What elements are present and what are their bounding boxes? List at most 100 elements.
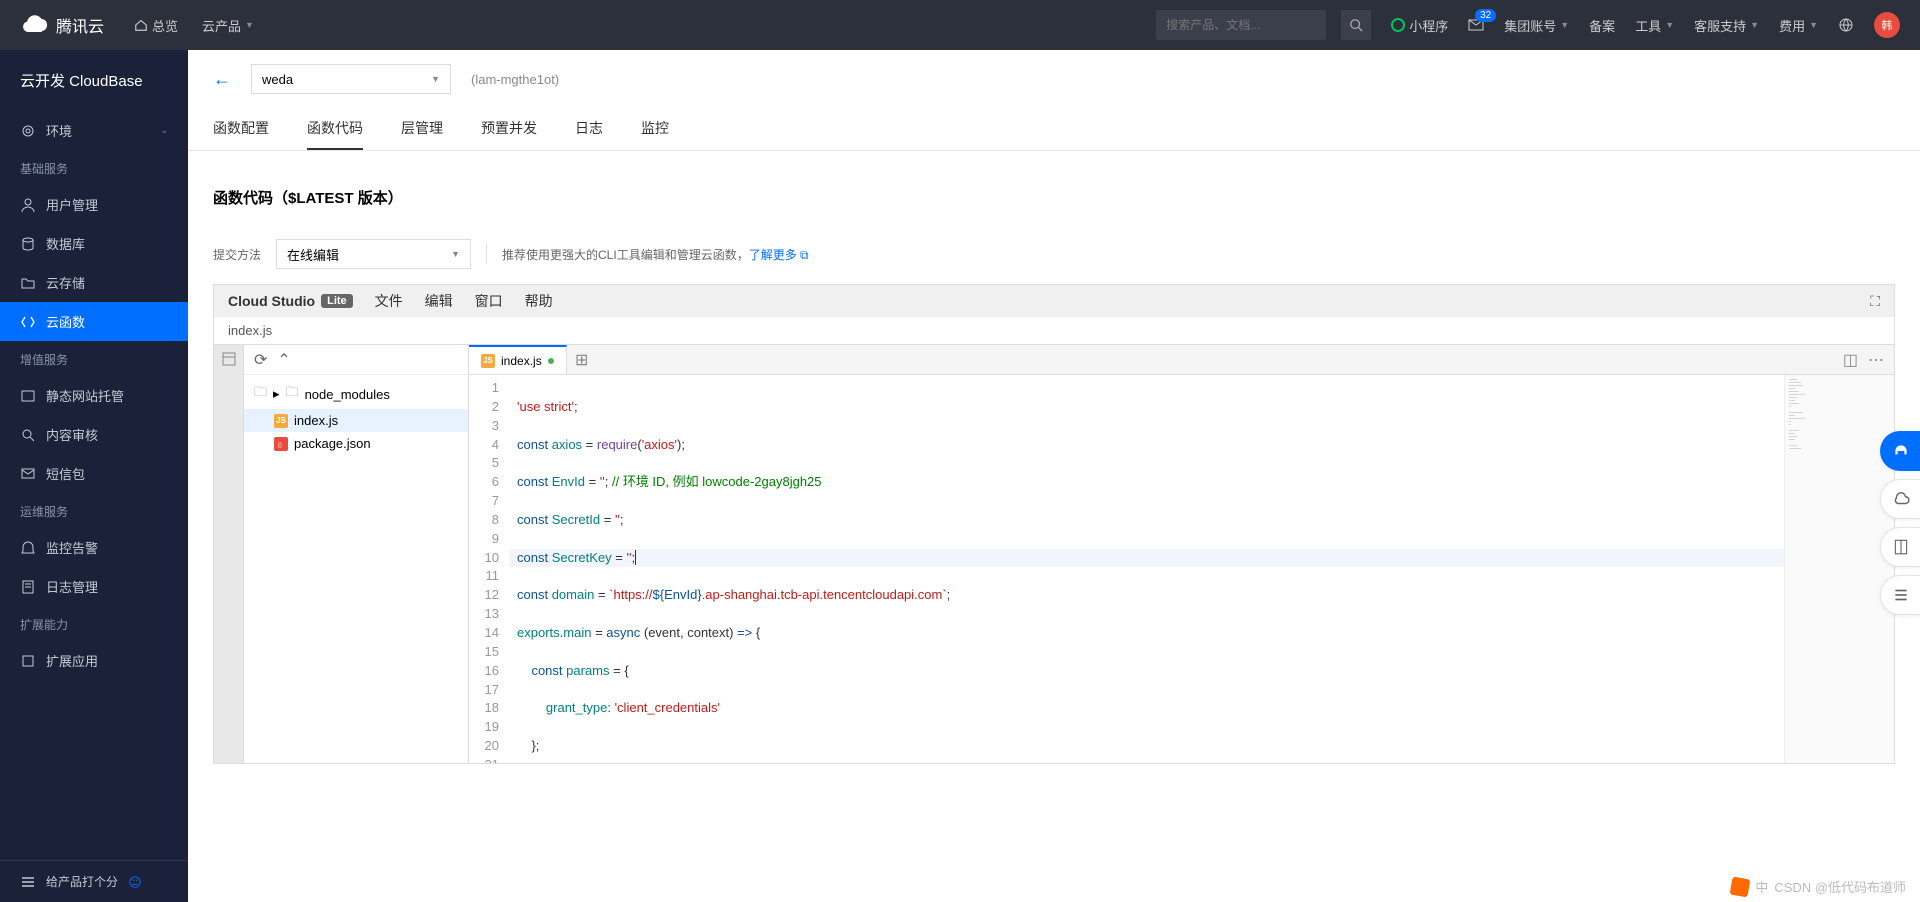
book-icon <box>1892 538 1910 556</box>
menu-window[interactable]: 窗口 <box>475 291 503 311</box>
cloud-icon <box>1892 490 1910 508</box>
chat-button[interactable] <box>1880 431 1920 471</box>
nav-products[interactable]: 云产品 ▼ <box>202 16 254 35</box>
sidebar-extapp[interactable]: 扩展应用 <box>0 641 188 680</box>
hosting-icon <box>20 388 36 404</box>
submit-label: 提交方法 <box>213 246 261 263</box>
tabs: 函数配置 函数代码 层管理 预置并发 日志 监控 <box>188 108 1920 151</box>
tools-link[interactable]: 工具▼ <box>1635 16 1674 35</box>
code-content[interactable]: 'use strict'; const axios = require('axi… <box>509 375 1784 763</box>
sidebar-footer[interactable]: 给产品打个分 <box>0 860 188 902</box>
group-vas: 增值服务 <box>0 341 188 376</box>
tab-config[interactable]: 函数配置 <box>213 108 269 150</box>
tree-index[interactable]: JS index.js <box>244 409 468 432</box>
inbox-link[interactable]: 32 <box>1468 17 1484 33</box>
nav-overview[interactable]: 总览 <box>134 16 178 35</box>
studio-menubar: Cloud Studio Lite 文件 编辑 窗口 帮助 ⛶ <box>213 284 1895 317</box>
editor-area: ⟳ ⌃ 🗀 ▸ 🗀 node_modules JS <box>213 344 1895 764</box>
cloud-button[interactable] <box>1880 479 1920 519</box>
docs-button[interactable] <box>1880 527 1920 567</box>
menu-help[interactable]: 帮助 <box>525 291 553 311</box>
sidebar-title: 云开发 CloudBase <box>0 70 188 111</box>
refresh-icon[interactable]: ⟳ <box>254 350 267 370</box>
split-icon[interactable]: ◫ <box>1843 350 1858 370</box>
menu-file[interactable]: 文件 <box>375 291 403 311</box>
folder-icon: 🗀 <box>254 383 267 405</box>
panel-title: 函数代码（$LATEST 版本） <box>213 171 1895 224</box>
new-tab-button[interactable]: ⊞ <box>567 350 597 370</box>
env-selector[interactable]: weda ▼ <box>251 64 451 94</box>
top-right: 小程序 32 集团账号▼ 备案 工具▼ 客服支持▼ 费用▼ 韩 <box>1156 10 1900 40</box>
js-file-icon: JS <box>274 414 288 428</box>
sidebar-alert[interactable]: 监控告警 <box>0 528 188 567</box>
more-icon[interactable]: ⋯ <box>1868 350 1884 370</box>
json-file-icon: {} <box>274 437 288 451</box>
tree-root[interactable]: 🗀 ▸ 🗀 node_modules <box>244 379 468 409</box>
cost-link[interactable]: 费用▼ <box>1779 16 1818 35</box>
tab-monitor[interactable]: 监控 <box>641 108 669 150</box>
hint-text: 推荐使用更强大的CLI工具编辑和管理云函数，了解更多 ⧉ <box>502 246 809 263</box>
group-ops: 运维服务 <box>0 493 188 528</box>
tab-provision[interactable]: 预置并发 <box>481 108 537 150</box>
code-body[interactable]: 123456789101112131415161718192021222324 … <box>469 375 1894 763</box>
collapse-icon[interactable]: ⌃ <box>277 350 290 370</box>
code-editor[interactable]: JS index.js ⊞ ◫ ⋯ 1234567891011121314151… <box>469 345 1894 763</box>
plugin-icon <box>20 653 36 669</box>
sidebar-db[interactable]: 数据库 <box>0 224 188 263</box>
folder-icon <box>20 275 36 291</box>
top-nav: 总览 云产品 ▼ <box>134 16 254 35</box>
review-icon <box>20 427 36 443</box>
wm-logo-icon <box>1730 876 1751 897</box>
list-icon <box>1892 586 1910 604</box>
fullscreen-icon[interactable]: ⛶ <box>1870 293 1880 310</box>
sidebar-storage[interactable]: 云存储 <box>0 263 188 302</box>
learn-more-link[interactable]: 了解更多 ⧉ <box>749 248 809 262</box>
support-link[interactable]: 客服支持▼ <box>1694 16 1759 35</box>
explorer-icon[interactable] <box>221 351 237 367</box>
tree-package[interactable]: {} package.json <box>244 432 468 455</box>
sidebar-env[interactable]: 环境 ⌄ <box>0 111 188 150</box>
chevron-down-icon: ▼ <box>1750 20 1759 30</box>
tab-tools: ◫ ⋯ <box>1843 350 1894 370</box>
tab-layer[interactable]: 层管理 <box>401 108 443 150</box>
sidebar: 云开发 CloudBase 环境 ⌄ 基础服务 用户管理 数据库 云存储 云函数… <box>0 50 188 902</box>
brand-text: 腾讯云 <box>56 13 104 37</box>
modified-dot-icon <box>548 358 554 364</box>
globe-icon[interactable] <box>1838 17 1854 33</box>
group-ext: 扩展能力 <box>0 606 188 641</box>
tab-log[interactable]: 日志 <box>575 108 603 150</box>
search-icon <box>1349 18 1363 32</box>
chevron-down-icon: ▼ <box>451 249 460 259</box>
menu-edit[interactable]: 编辑 <box>425 291 453 311</box>
sms-icon <box>20 466 36 482</box>
sidebar-user[interactable]: 用户管理 <box>0 185 188 224</box>
editor-tabs: JS index.js ⊞ ◫ ⋯ <box>469 345 1894 375</box>
function-icon <box>20 314 36 330</box>
sidebar-hosting[interactable]: 静态网站托管 <box>0 376 188 415</box>
chevron-down-icon: ⌄ <box>160 125 168 136</box>
miniapp-link[interactable]: 小程序 <box>1391 16 1448 35</box>
list-button[interactable] <box>1880 575 1920 615</box>
watermark: 中 CSDN @低代码布道师 <box>1731 877 1906 896</box>
minimap[interactable]: ▬▬▬▬▬▬▬▬▬▬▬▬▬▬▬▬▬▬▬▬▬▬▬▬▬▬▬▬▬▬▬▬▬▬▬▬▬▬▬▬… <box>1784 375 1894 763</box>
search-button[interactable] <box>1341 10 1371 40</box>
float-toolbar <box>1880 431 1920 615</box>
user-avatar[interactable]: 韩 <box>1874 12 1900 38</box>
beian-link[interactable]: 备案 <box>1589 16 1615 35</box>
smile-icon <box>128 875 142 889</box>
sidebar-function[interactable]: 云函数 <box>0 302 188 341</box>
back-button[interactable]: ← <box>213 69 231 90</box>
studio-logo: Cloud Studio Lite <box>228 293 353 309</box>
tree-toolbar: ⟳ ⌃ <box>244 345 468 375</box>
submit-method-select[interactable]: 在线编辑 ▼ <box>276 239 471 269</box>
editor-tab-index[interactable]: JS index.js <box>469 345 567 374</box>
sidebar-sms[interactable]: 短信包 <box>0 454 188 493</box>
group-account[interactable]: 集团账号▼ <box>1504 16 1569 35</box>
chevron-down-icon: ▼ <box>1809 20 1818 30</box>
tab-code[interactable]: 函数代码 <box>307 108 363 150</box>
logo-area[interactable]: 腾讯云 <box>20 11 104 39</box>
sidebar-log[interactable]: 日志管理 <box>0 567 188 606</box>
submit-row: 提交方法 在线编辑 ▼ 推荐使用更强大的CLI工具编辑和管理云函数，了解更多 ⧉ <box>213 224 1895 284</box>
search-input[interactable] <box>1156 10 1326 40</box>
sidebar-review[interactable]: 内容审核 <box>0 415 188 454</box>
